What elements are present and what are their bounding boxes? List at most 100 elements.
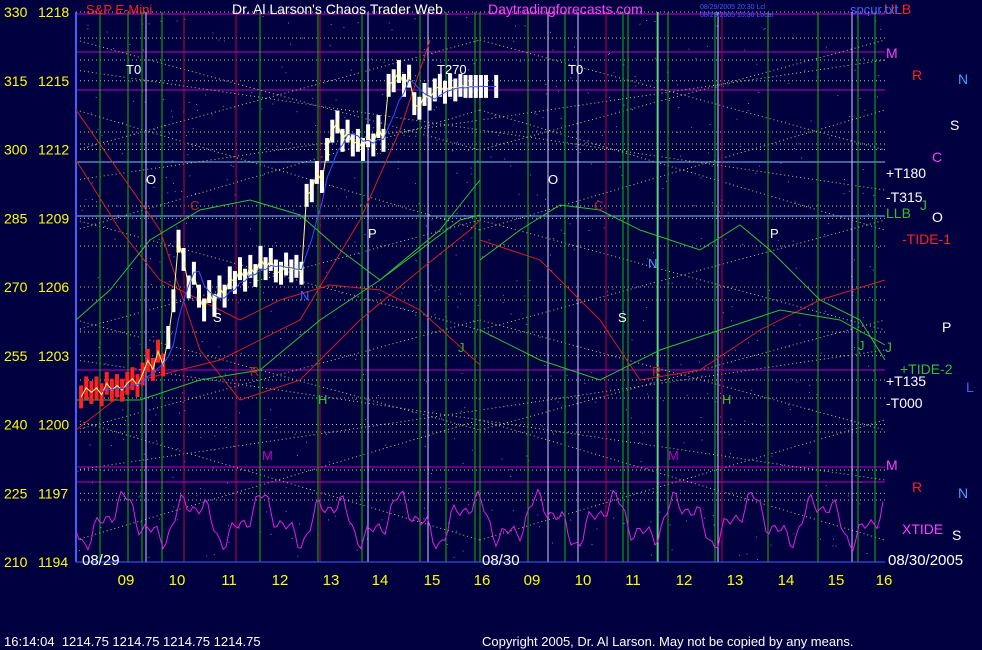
star-dot: [720, 392, 721, 394]
right-edge-label: J: [920, 197, 927, 213]
star-dot: [269, 498, 271, 500]
right-edge-label: S: [952, 527, 961, 543]
star-dot: [372, 468, 374, 470]
star-dot: [415, 135, 417, 137]
star-dot: [849, 116, 851, 117]
star-dot: [98, 347, 100, 348]
star-dot: [117, 205, 119, 207]
star-dot: [738, 554, 740, 556]
star-dot: [195, 193, 196, 194]
star-dot: [193, 299, 194, 301]
star-dot: [438, 289, 440, 291]
star-dot: [181, 191, 183, 192]
star-dot: [423, 518, 425, 520]
star-dot: [691, 126, 693, 128]
curve-letter-label: P: [770, 226, 779, 241]
star-dot: [699, 361, 700, 363]
star-dot: [536, 113, 538, 115]
star-dot: [843, 193, 845, 195]
star-dot: [345, 196, 347, 198]
star-dot: [477, 304, 479, 306]
star-dot: [623, 523, 625, 525]
star-dot: [433, 59, 434, 61]
star-dot: [545, 199, 547, 200]
star-dot: [688, 48, 690, 50]
star-dot: [313, 80, 314, 81]
star-dot: [827, 223, 829, 225]
star-dot: [794, 201, 796, 203]
star-dot: [728, 434, 730, 436]
star-dot: [169, 281, 171, 283]
star-dot: [497, 216, 499, 218]
star-dot: [312, 97, 314, 99]
star-dot: [781, 464, 783, 466]
star-dot: [199, 488, 201, 489]
star-dot: [262, 174, 264, 176]
star-dot: [97, 277, 99, 279]
star-dot: [524, 25, 526, 27]
star-dot: [385, 444, 387, 446]
star-dot: [471, 237, 473, 239]
star-dot: [625, 409, 627, 411]
star-dot: [734, 349, 736, 351]
star-dot: [294, 433, 296, 435]
star-dot: [158, 518, 160, 520]
star-dot: [704, 517, 706, 519]
star-dot: [880, 28, 882, 30]
x-tick-label: 15: [828, 572, 845, 589]
star-dot: [574, 423, 576, 425]
star-dot: [545, 84, 547, 85]
star-dot: [513, 40, 515, 42]
star-dot: [234, 194, 236, 196]
y-tick-angle: 225: [4, 485, 28, 501]
star-dot: [104, 225, 106, 227]
site-url-link[interactable]: Daytradingforecasts.com: [488, 1, 643, 17]
curve-letter-label: H: [318, 392, 327, 407]
y-tick-angle: 270: [4, 279, 28, 295]
chart-window: 330 1218 315 1215 300 1212 285 1209 270 1206 255 12…: [0, 0, 982, 650]
star-dot: [512, 510, 514, 512]
star-dot: [764, 27, 766, 29]
star-dot: [123, 438, 124, 440]
star-dot: [456, 141, 458, 143]
star-dot: [780, 162, 782, 164]
star-dot: [645, 306, 647, 308]
corner-label: spcur.txt: [850, 2, 899, 17]
star-dot: [310, 352, 312, 354]
right-edge-label: +T135: [886, 373, 926, 389]
star-dot: [415, 183, 417, 185]
star-dot: [809, 397, 811, 399]
star-dot: [391, 29, 393, 31]
star-dot: [762, 425, 764, 427]
star-dot: [744, 49, 746, 51]
star-dot: [679, 489, 681, 491]
star-dot: [801, 157, 803, 159]
star-dot: [820, 538, 821, 540]
star-dot: [639, 23, 641, 25]
star-dot: [464, 407, 466, 409]
star-dot: [683, 442, 685, 444]
star-dot: [196, 110, 198, 111]
star-dot: [852, 291, 854, 293]
star-dot: [440, 487, 441, 489]
star-dot: [650, 521, 652, 523]
star-dot: [659, 511, 661, 513]
star-dot: [591, 372, 593, 374]
star-dot: [809, 452, 811, 454]
time-marker-label: T0: [126, 62, 141, 77]
star-dot: [820, 352, 822, 354]
star-dot: [114, 238, 116, 240]
star-dot: [669, 524, 671, 526]
curve-letter-label: R: [250, 364, 259, 379]
star-dot: [862, 57, 864, 59]
star-dot: [232, 166, 234, 167]
right-edge-label: C: [932, 149, 942, 165]
star-dot: [228, 525, 230, 527]
star-dot: [518, 193, 520, 195]
star-dot: [652, 252, 654, 254]
star-dot: [573, 249, 575, 251]
star-dot: [415, 314, 417, 316]
star-dot: [454, 438, 456, 440]
star-dot: [213, 554, 215, 556]
star-dot: [853, 492, 855, 494]
